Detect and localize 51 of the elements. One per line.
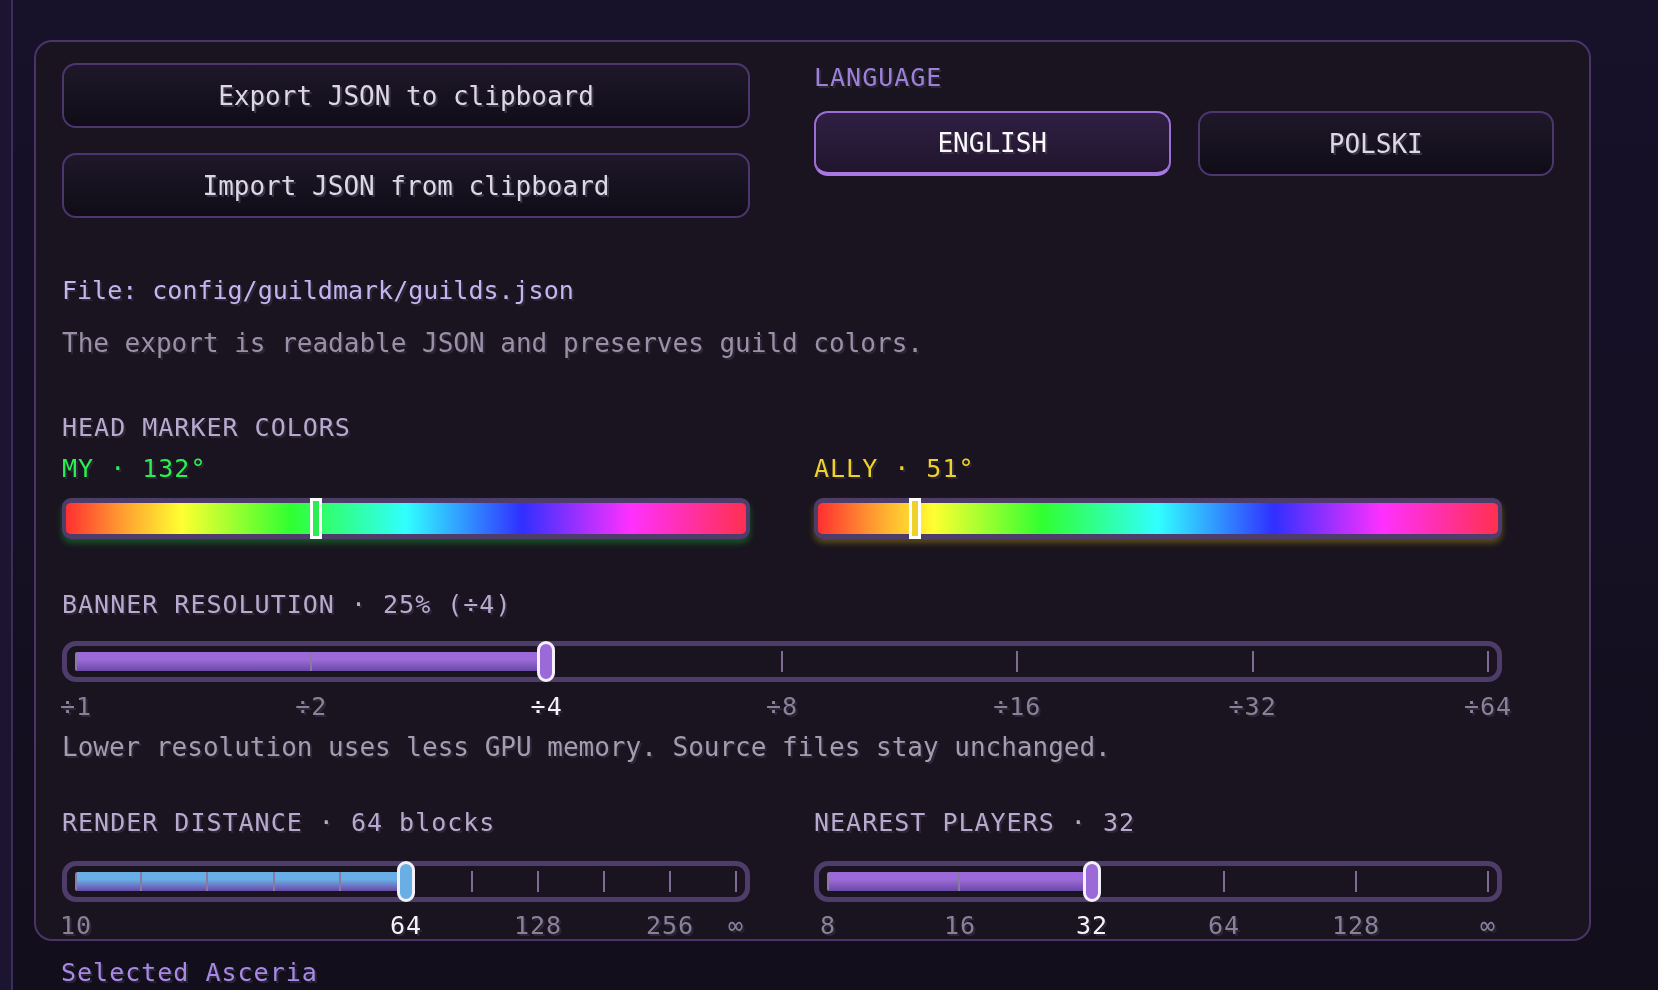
section-label: HEAD MARKER COLORS <box>62 413 351 443</box>
tick-mark <box>1223 871 1225 892</box>
tick-label: 16 <box>943 913 977 939</box>
language-button[interactable]: POLSKI <box>1197 111 1554 176</box>
tick-label: ÷8 <box>765 694 799 720</box>
slider-thumb[interactable] <box>536 641 555 682</box>
language-button[interactable]: ENGLISH <box>814 111 1171 176</box>
description-text: The export is readable JSON and preserves guild colors. <box>62 328 923 358</box>
tick-mark <box>1487 871 1489 892</box>
tick-mark <box>537 871 539 892</box>
hue-slider-track[interactable] <box>814 498 1502 539</box>
tick-label: 32 <box>1075 913 1109 939</box>
tick-mark <box>781 651 783 672</box>
slider-track[interactable] <box>62 641 1502 682</box>
import-button[interactable]: Import JSON from clipboard <box>62 153 750 218</box>
tick-label: ÷2 <box>295 694 328 720</box>
hue-label: MY · 132° <box>62 454 207 484</box>
slider-track[interactable] <box>814 861 1502 902</box>
slider-label: NEAREST PLAYERS · 32 <box>814 808 1136 838</box>
slider-track[interactable] <box>62 861 750 902</box>
export-button[interactable]: Export JSON to clipboard <box>62 63 750 128</box>
tick-label: 64 <box>389 913 423 939</box>
tick-mark <box>1016 651 1019 672</box>
section-label: LANGUAGE <box>814 63 943 93</box>
tick-label: ÷1 <box>59 694 93 720</box>
slider-label: BANNER RESOLUTION · 25% (÷4) <box>62 590 512 620</box>
tick-label: 8 <box>819 913 837 939</box>
tick-label: ∞ <box>1479 913 1497 939</box>
tick-label: ÷64 <box>1463 694 1513 720</box>
hue-label: ALLY · 51° <box>814 454 975 484</box>
section-heading: Selected Asceria <box>61 958 318 988</box>
file-path-text: File: config/guildmark/guilds.json <box>62 276 574 306</box>
tick-label: 256 <box>645 913 695 939</box>
tick-label: 64 <box>1207 913 1241 939</box>
tick-mark <box>1251 651 1254 672</box>
tick-label: ÷32 <box>1228 694 1277 720</box>
slider-thumb[interactable] <box>397 861 415 902</box>
hue-slider-track[interactable] <box>62 498 750 539</box>
tick-label: ∞ <box>727 913 745 939</box>
tick-mark <box>735 871 737 892</box>
slider-label: RENDER DISTANCE · 64 blocks <box>62 808 496 838</box>
tick-label: 10 <box>59 913 93 939</box>
tick-mark <box>1486 651 1489 672</box>
tick-label: ÷16 <box>993 694 1042 720</box>
slider-thumb[interactable] <box>1082 861 1101 902</box>
tick-label: 128 <box>513 913 563 939</box>
tick-label: ÷4 <box>530 694 563 720</box>
tick-label: 128 <box>1331 913 1381 939</box>
help-text: Lower resolution uses less GPU memory. Source files stay unchanged. <box>62 732 1111 762</box>
tick-mark <box>669 871 671 892</box>
tick-mark <box>1355 871 1357 892</box>
